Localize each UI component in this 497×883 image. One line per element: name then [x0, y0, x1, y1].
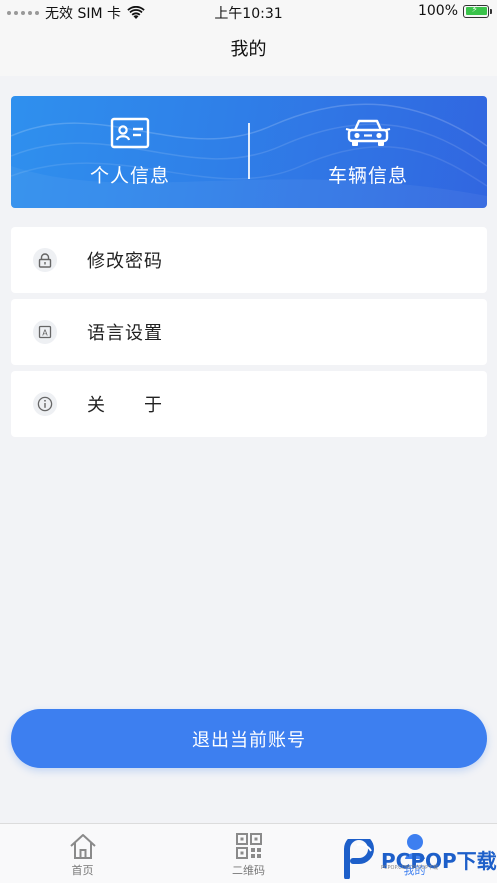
tab-home-label: 首页	[71, 864, 94, 877]
change-password-label: 修改密码	[87, 251, 163, 272]
status-right: 100% ⚡	[417, 3, 492, 19]
battery-icon: ⚡	[463, 4, 492, 18]
status-bar: 无效 SIM 卡 上午10:31 100% ⚡	[0, 0, 497, 24]
language-icon: A	[33, 320, 57, 344]
tab-qrcode-label: 二维码	[232, 864, 265, 877]
pcpop-logo-icon	[344, 839, 374, 879]
vehicle-info-label: 车辆信息	[327, 164, 408, 187]
nav-bar: 我的	[0, 24, 497, 76]
home-icon	[69, 834, 96, 859]
about-label: 关 于	[87, 395, 163, 416]
lock-icon	[33, 248, 57, 272]
watermark-subtext: PCPOP.COM·PCPOP下载	[381, 865, 439, 871]
svg-text:A: A	[42, 329, 48, 338]
page-title: 我的	[230, 39, 267, 60]
battery-percent: 100%	[417, 3, 458, 19]
car-icon	[345, 119, 391, 146]
language-settings-row[interactable]: A 语言设置	[11, 299, 487, 365]
change-password-row[interactable]: 修改密码	[11, 227, 487, 293]
info-icon	[33, 392, 57, 416]
info-banner: 个人信息 车辆信息	[11, 96, 487, 208]
vehicle-info-button[interactable]: 车辆信息	[249, 96, 487, 208]
tab-home[interactable]: 首页	[0, 824, 165, 883]
id-card-icon	[110, 117, 150, 148]
qrcode-icon	[235, 833, 262, 859]
personal-info-label: 个人信息	[89, 164, 170, 187]
tab-qrcode[interactable]: 二维码	[166, 824, 331, 883]
watermark: PCPOP下载 PCPOP.COM·PCPOP下载	[343, 835, 497, 883]
logout-button[interactable]: 退出当前账号	[11, 709, 487, 768]
language-settings-label: 语言设置	[87, 323, 163, 344]
personal-info-button[interactable]: 个人信息	[11, 96, 249, 208]
about-row[interactable]: 关 于	[11, 371, 487, 437]
